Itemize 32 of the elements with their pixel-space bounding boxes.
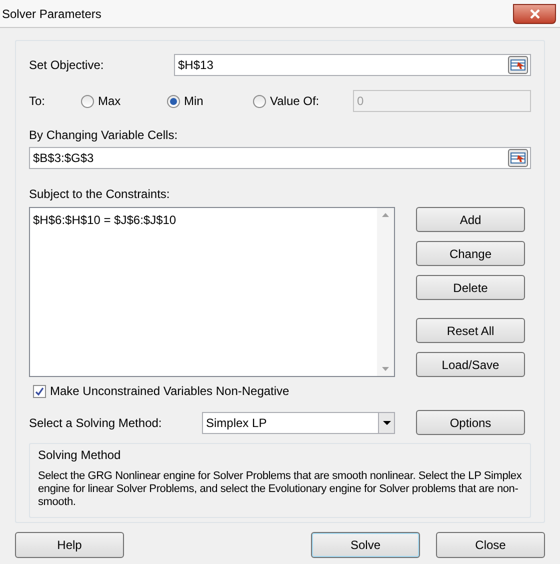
dropdown-caret-icon: [382, 420, 390, 424]
dialog-button[interactable]: Close: [436, 532, 545, 558]
constraint-action-button[interactable]: Change: [416, 241, 525, 266]
constraint-action-button[interactable]: Reset All: [416, 318, 525, 343]
non-negative-checkbox[interactable]: Make Unconstrained Variables Non-Negative: [33, 382, 531, 400]
variable-cells-label: By Changing Variable Cells:: [29, 127, 179, 144]
radio-option[interactable]: Max: [81, 92, 167, 110]
constraints-label: Subject to the Constraints:: [29, 186, 171, 203]
constraints-list[interactable]: $H$6:$H$10 = $J$6:$J$10: [29, 207, 395, 377]
radio-option[interactable]: Value Of:: [253, 92, 339, 110]
constraint-action-button[interactable]: Delete: [416, 275, 525, 300]
close-icon: [530, 8, 540, 18]
objective-label: Set Objective:: [29, 57, 105, 74]
method-dropdown[interactable]: Simplex LP: [202, 412, 395, 434]
close-button[interactable]: [513, 4, 556, 24]
constraint-action-button[interactable]: Load/Save: [416, 352, 525, 377]
radio-option[interactable]: Min: [167, 92, 253, 110]
method-label: Select a Solving Method:: [29, 414, 163, 432]
constraint-action-button[interactable]: Add: [416, 207, 525, 232]
dialog-button[interactable]: Help: [15, 532, 124, 558]
options-button[interactable]: Options: [416, 410, 525, 435]
dialog-button[interactable]: Solve: [311, 532, 420, 558]
variable-cells-field[interactable]: $B$3:$G$3: [29, 147, 531, 169]
method-info-text: Select the GRG Nonlinear engine for Solver Problems that are smooth nonlinear. Select the LP Simplex engine for linear Solver Problems, and select the Evolutionary engine for Solver problems that are non-smooth.: [38, 470, 522, 509]
to-label: To:: [29, 93, 46, 110]
constraint-item[interactable]: $H$6:$H$10 = $J$6:$J$10: [33, 211, 377, 229]
method-info-title: Solving Method: [38, 447, 122, 464]
checkmark-icon: [35, 386, 44, 396]
range-select-icon[interactable]: [508, 56, 528, 74]
window-title: Solver Parameters: [1, 6, 102, 22]
range-select-icon[interactable]: [508, 149, 528, 167]
objective-field[interactable]: $H$13: [174, 54, 531, 76]
